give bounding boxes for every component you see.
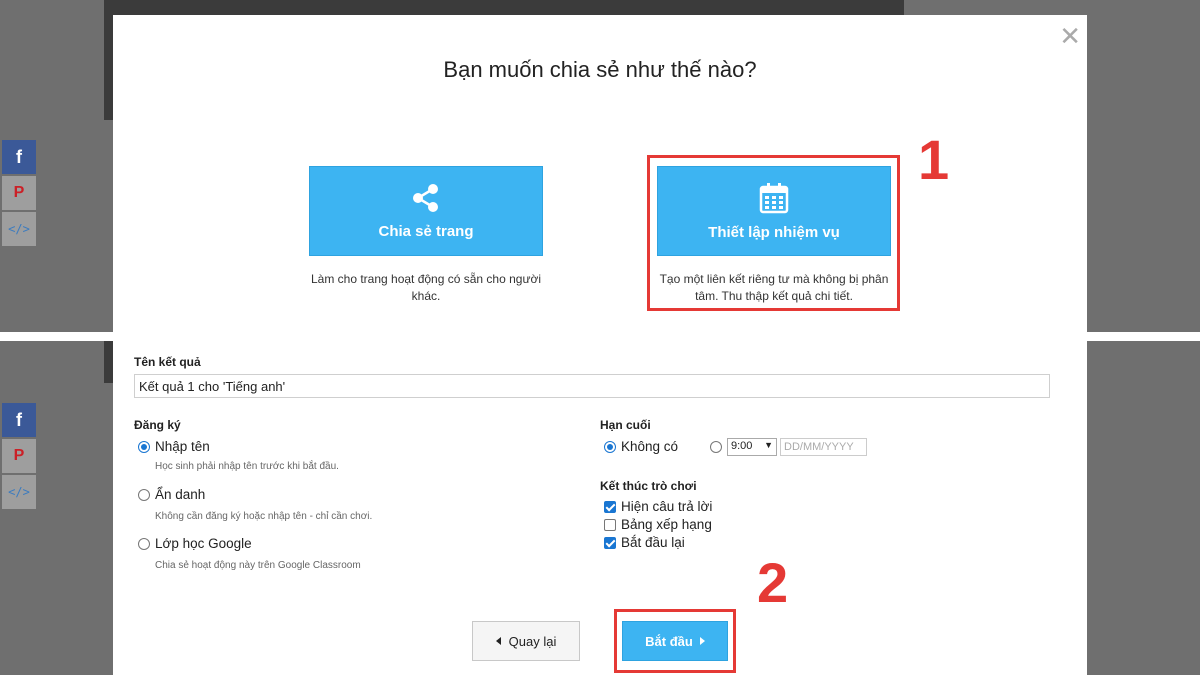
checkbox-show-answers[interactable] bbox=[604, 501, 616, 513]
back-button-label: Quay lại bbox=[508, 633, 557, 649]
screenshot-divider bbox=[0, 332, 1200, 341]
restart-label: Bắt đầu lại bbox=[621, 535, 685, 550]
share-page-description: Làm cho trang hoạt động có sẵn cho người… bbox=[310, 272, 542, 303]
back-button[interactable]: Quay lại bbox=[472, 621, 580, 661]
radio-anonymous[interactable] bbox=[138, 489, 150, 501]
leaderboard-label: Bảng xếp hạng bbox=[621, 517, 712, 532]
social-bar-top: f P </> bbox=[2, 140, 36, 248]
deadline-label: Hạn cuối bbox=[600, 418, 651, 432]
deadline-time-select[interactable]: 9:00 ▼ bbox=[727, 438, 777, 456]
radio-enter-name[interactable] bbox=[138, 441, 150, 453]
dialog-title: Bạn muốn chia sẻ như thế nào? bbox=[443, 57, 757, 82]
no-deadline-label: Không có bbox=[621, 439, 679, 454]
share-page-button[interactable]: Chia sẻ trang bbox=[309, 166, 543, 256]
anonymous-label: Ẩn danh bbox=[155, 487, 206, 502]
highlight-box-step2 bbox=[614, 609, 736, 673]
share-icon bbox=[413, 183, 438, 212]
deadline-date-input[interactable]: DD/MM/YYYY bbox=[780, 438, 867, 456]
result-name-input[interactable] bbox=[134, 374, 1050, 398]
show-answers-label: Hiện câu trả lời bbox=[621, 499, 713, 514]
result-name-label: Tên kết quả bbox=[134, 355, 201, 369]
google-classroom-label: Lớp học Google bbox=[155, 536, 252, 551]
highlight-box-step1 bbox=[647, 155, 900, 311]
anonymous-hint: Không cần đăng ký hoặc nhập tên - chỉ cầ… bbox=[155, 511, 373, 522]
close-icon[interactable]: ✕ bbox=[1059, 23, 1081, 49]
radio-google-classroom[interactable] bbox=[138, 538, 150, 550]
caret-left-icon bbox=[495, 637, 501, 645]
enter-name-hint: Học sinh phải nhập tên trước khi bắt đầu… bbox=[155, 461, 339, 472]
radio-no-deadline[interactable] bbox=[604, 441, 616, 453]
chevron-down-icon: ▼ bbox=[764, 440, 773, 450]
google-classroom-hint: Chia sẻ hoạt động này trên Google Classr… bbox=[155, 560, 361, 571]
checkbox-leaderboard[interactable] bbox=[604, 519, 616, 531]
social-bar-bottom: f P </> bbox=[2, 403, 36, 511]
facebook-icon[interactable]: f bbox=[2, 140, 36, 174]
checkbox-restart[interactable] bbox=[604, 537, 616, 549]
pinterest-icon[interactable]: P bbox=[2, 439, 36, 473]
end-game-label: Kết thúc trò chơi bbox=[600, 479, 697, 493]
facebook-icon[interactable]: f bbox=[2, 403, 36, 437]
registration-label: Đăng ký bbox=[134, 418, 181, 432]
pinterest-icon[interactable]: P bbox=[2, 176, 36, 210]
share-page-label: Chia sẻ trang bbox=[378, 222, 474, 240]
embed-icon[interactable]: </> bbox=[2, 475, 36, 509]
embed-icon[interactable]: </> bbox=[2, 212, 36, 246]
annotation-step-2: 2 bbox=[757, 551, 789, 614]
assignment-form: Tên kết quả Đăng ký Nhập tên Học sinh ph… bbox=[113, 341, 1087, 675]
deadline-time-value: 9:00 bbox=[731, 440, 753, 452]
annotation-step-1: 1 bbox=[918, 128, 950, 191]
radio-set-deadline[interactable] bbox=[710, 441, 722, 453]
enter-name-label: Nhập tên bbox=[155, 439, 210, 454]
